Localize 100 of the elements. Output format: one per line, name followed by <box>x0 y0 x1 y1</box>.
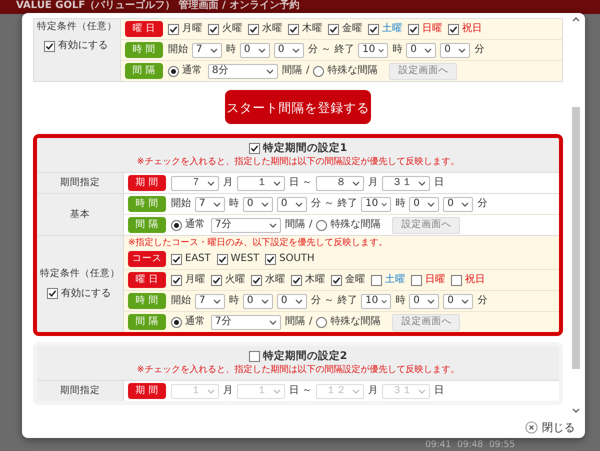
checkbox[interactable] <box>328 24 339 34</box>
checkbox-label: WEST <box>230 253 260 265</box>
checkbox[interactable] <box>248 24 259 34</box>
dropdown[interactable]: 10 <box>361 196 392 212</box>
close-button[interactable]: 閉じる <box>525 420 575 434</box>
dropdown[interactable]: 0 <box>274 42 304 58</box>
radio-button[interactable] <box>171 220 182 230</box>
checkbox[interactable] <box>291 274 302 286</box>
dropdown[interactable]: 8分 <box>208 64 278 78</box>
field-text: 月 <box>223 177 233 189</box>
dropdown[interactable]: 0 <box>406 42 436 58</box>
checkbox-label: 金曜 <box>342 23 362 35</box>
checkbox[interactable] <box>44 40 55 52</box>
dropdown[interactable]: 7 <box>195 294 225 308</box>
field-text: 開始 <box>171 198 191 210</box>
field-text: 時 <box>392 44 402 56</box>
chevron-icon <box>427 202 436 206</box>
scroll-down-icon[interactable] <box>572 408 580 413</box>
dropdown[interactable]: ７ <box>171 176 219 190</box>
field-text: 日 ～ <box>289 177 312 189</box>
dropdown[interactable]: 0 <box>440 42 470 58</box>
dropdown[interactable]: ８ <box>316 176 364 190</box>
chevron-icon <box>295 298 303 304</box>
checkbox[interactable] <box>265 254 276 264</box>
dropdown[interactable]: 0 <box>409 294 440 308</box>
chevron-icon <box>258 48 266 52</box>
checkbox[interactable] <box>216 254 228 264</box>
chevron-icon <box>269 320 277 324</box>
note-text: ※指定したコース・曜日のみ、以下設定を優先して反映します。 <box>127 236 389 249</box>
dropdown[interactable]: 10 <box>361 294 392 308</box>
checkbox[interactable] <box>288 24 299 34</box>
field-text: 分 <box>477 295 488 307</box>
radio-button[interactable] <box>171 316 182 328</box>
field-text: 分 <box>474 44 484 56</box>
checkbox[interactable] <box>47 288 58 300</box>
checkbox[interactable] <box>411 274 422 286</box>
checkbox[interactable] <box>331 274 342 286</box>
category-label: 曜 日 <box>125 21 163 37</box>
checkbox[interactable] <box>251 274 262 286</box>
chevron-icon <box>266 68 274 74</box>
checkbox[interactable] <box>368 24 379 34</box>
checkbox[interactable] <box>211 274 222 286</box>
radio-button[interactable] <box>316 316 328 328</box>
field-text: / <box>309 219 312 231</box>
field-text: 日 <box>434 177 444 189</box>
checkbox-label: 月曜 <box>182 23 202 35</box>
field-text: 月 <box>368 177 378 189</box>
checkbox-label: 月曜 <box>185 274 205 286</box>
checkbox[interactable] <box>171 274 182 286</box>
checkbox[interactable] <box>208 24 219 34</box>
dropdown[interactable]: 0 <box>409 196 440 212</box>
checkbox-label: 火曜 <box>225 274 245 286</box>
scroll-up-icon[interactable] <box>572 17 580 22</box>
radio-button[interactable] <box>316 220 328 230</box>
group-label: 期間指定 <box>60 177 100 189</box>
checkbox-label: 祝日 <box>465 274 485 286</box>
dropdown[interactable]: 7 <box>195 196 225 212</box>
dropdown[interactable]: 0 <box>240 42 270 58</box>
checkbox-label: 木曜 <box>302 23 322 35</box>
dropdown[interactable]: ３１ <box>382 176 430 190</box>
dropdown[interactable]: 7分 <box>211 218 281 232</box>
checkbox[interactable] <box>168 24 179 34</box>
checkbox-label: 木曜 <box>305 274 325 286</box>
dropdown[interactable]: 7 <box>192 42 222 58</box>
dropdown[interactable]: １ <box>237 176 285 190</box>
settings-screen-button[interactable]: 設定画面へ <box>392 314 460 330</box>
field-text: 日 <box>434 385 444 397</box>
category-label: 時 間 <box>128 293 166 309</box>
group-label: 基本 <box>70 208 90 220</box>
chevron-icon <box>418 180 426 186</box>
group-label: 特定条件（任意） <box>40 268 120 280</box>
checkbox[interactable] <box>448 24 459 34</box>
dropdown[interactable]: 7分 <box>211 314 281 330</box>
chevron-icon <box>381 298 388 304</box>
checkbox-label: 有効にする <box>58 40 108 52</box>
checkbox-label: 祝日 <box>462 23 482 35</box>
dropdown[interactable]: 0 <box>443 196 474 212</box>
settings-screen-button[interactable]: 設定画面へ <box>392 216 460 234</box>
dropdown[interactable]: 0 <box>243 294 273 308</box>
radio-label: 通常 <box>182 65 202 77</box>
radio-button[interactable] <box>313 66 324 76</box>
checkbox[interactable] <box>451 274 462 286</box>
dropdown[interactable]: 0 <box>277 196 307 212</box>
chevron-icon <box>418 388 426 394</box>
checkbox[interactable] <box>171 254 182 264</box>
checkbox[interactable] <box>408 24 419 34</box>
chevron-icon <box>292 48 300 52</box>
settings-screen-button[interactable]: 設定画面へ <box>389 62 458 80</box>
chevron-icon <box>261 202 269 206</box>
dropdown[interactable]: 0 <box>243 196 273 212</box>
dropdown[interactable]: 0 <box>277 294 307 308</box>
dropdown[interactable]: 0 <box>443 294 474 308</box>
register-button[interactable]: スタート間隔を登録する <box>225 90 371 124</box>
chevron-icon <box>378 48 384 52</box>
radio-label: 特殊な間隔 <box>330 316 380 328</box>
checkbox[interactable] <box>371 274 382 286</box>
dropdown[interactable]: 10 <box>358 42 388 58</box>
checkbox[interactable] <box>248 351 260 362</box>
checkbox[interactable] <box>248 143 260 154</box>
radio-button[interactable] <box>168 66 179 76</box>
